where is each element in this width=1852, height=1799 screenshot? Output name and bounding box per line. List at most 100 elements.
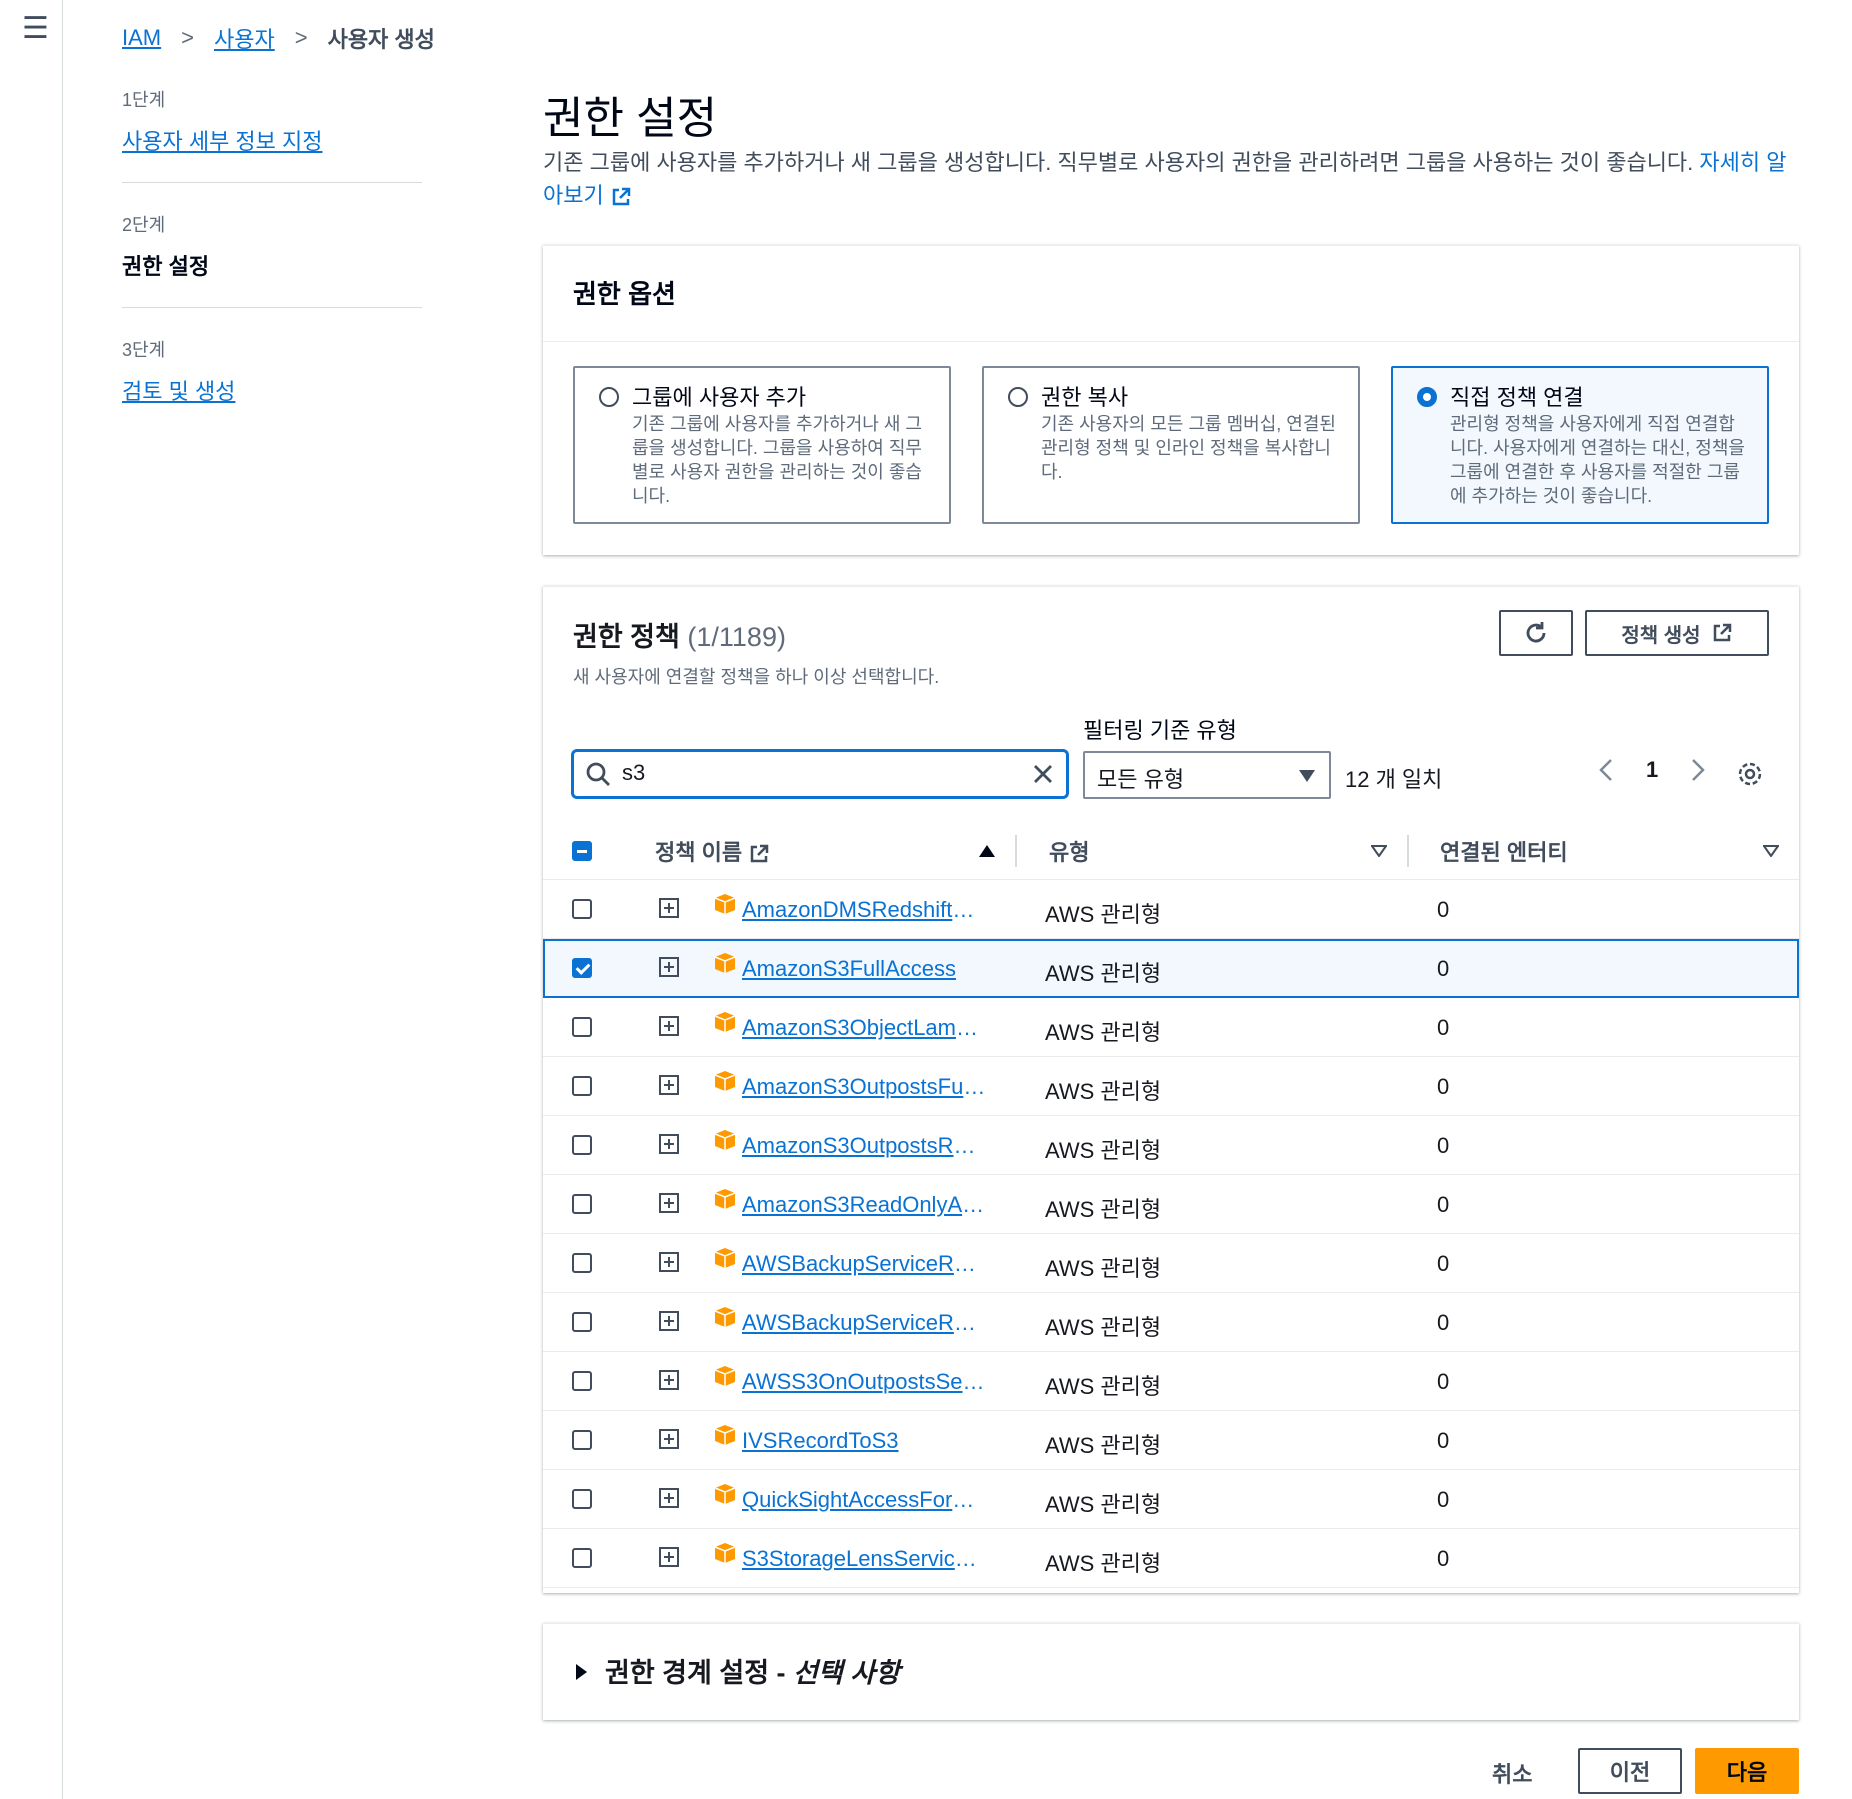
row-checkbox[interactable] [572, 1312, 592, 1332]
policy-type: AWS 관리형 [1045, 1551, 1162, 1576]
table-row[interactable]: AWSBackupServiceRolePolicyForS3Backup AWS… [543, 1234, 1799, 1293]
expand-icon[interactable] [659, 1134, 679, 1154]
policy-name-link[interactable]: AWSS3OnOutpostsServiceRolePolicy [742, 1369, 986, 1395]
attached-entities: 0 [1437, 1192, 1450, 1217]
row-checkbox[interactable] [572, 1135, 592, 1155]
chevron-left-icon[interactable] [1598, 757, 1614, 783]
filter-type-label: 필터링 기준 유형 [1083, 718, 1237, 743]
column-type[interactable]: 유형 [1049, 835, 1089, 867]
sort-icon[interactable] [1371, 845, 1387, 857]
breadcrumb-users[interactable]: 사용자 [214, 22, 275, 54]
select-all-checkbox[interactable] [572, 841, 592, 861]
expand-icon[interactable] [659, 1075, 679, 1095]
next-button[interactable]: 다음 [1695, 1748, 1799, 1794]
policy-type: AWS 관리형 [1045, 1079, 1162, 1104]
expand-icon[interactable] [659, 1370, 679, 1390]
table-row[interactable]: AmazonS3ReadOnlyAccess AWS 관리형 0 [543, 1175, 1799, 1234]
table-row[interactable]: AmazonS3OutpostsReadOnlyAccess AWS 관리형 0 [543, 1116, 1799, 1175]
policy-name-link[interactable]: AWSBackupServiceRolePolicyForS3Backup [742, 1251, 986, 1277]
expand-icon[interactable] [659, 957, 679, 977]
expand-icon[interactable] [659, 898, 679, 918]
expand-icon[interactable] [659, 1016, 679, 1036]
option-add-to-group[interactable]: 그룹에 사용자 추가 기존 그룹에 사용자를 추가하거나 새 그룹을 생성합니다… [573, 366, 951, 524]
caret-right-icon[interactable] [576, 1664, 587, 1680]
option-attach-policies[interactable]: 직접 정책 연결 관리형 정책을 사용자에게 직접 연결합니다. 사용자에게 연… [1391, 366, 1769, 524]
page-number[interactable]: 1 [1646, 757, 1658, 783]
policy-type: AWS 관리형 [1045, 902, 1162, 927]
policy-name-link[interactable]: AWSBackupServiceRolePolicyForS3Restore [742, 1310, 986, 1336]
table-row[interactable]: AWSBackupServiceRolePolicyForS3Restore AW… [543, 1293, 1799, 1352]
table-row[interactable]: AWSS3OnOutpostsServiceRolePolicy AWS 관리형 0 [543, 1352, 1799, 1411]
policy-name-link[interactable]: QuickSightAccessForS3StorageManagementAn… [742, 1487, 986, 1513]
column-label: 정책 이름 [655, 840, 743, 865]
row-checkbox[interactable] [572, 1017, 592, 1037]
expand-icon[interactable] [659, 1488, 679, 1508]
policy-search-input[interactable]: s3 [571, 749, 1069, 799]
table-row[interactable]: AmazonS3OutpostsFullAccess AWS 관리형 0 [543, 1057, 1799, 1116]
policy-name-link[interactable]: AmazonS3ObjectLambdaExecutionRolePolicy [742, 1015, 986, 1041]
table-header: 정책 이름 유형 연결된 엔터티 [543, 823, 1799, 880]
policy-name-link[interactable]: AmazonS3ReadOnlyAccess [742, 1192, 986, 1218]
row-checkbox[interactable] [572, 958, 592, 978]
type-filter-select[interactable]: 모든 유형 [1083, 751, 1331, 799]
policy-name-link[interactable]: S3StorageLensServiceRolePolicy [742, 1546, 986, 1572]
refresh-button[interactable] [1499, 610, 1573, 656]
left-nav-rail: ☰ [0, 0, 63, 1799]
sort-ascending-icon[interactable] [979, 845, 995, 857]
permissions-boundary-panel[interactable]: 권한 경계 설정 - 선택 사항 [543, 1623, 1799, 1720]
row-checkbox[interactable] [572, 1548, 592, 1568]
gear-icon[interactable] [1736, 760, 1764, 788]
description-text: 기존 그룹에 사용자를 추가하거나 새 그룹을 생성합니다. 직무별로 사용자의… [543, 150, 1694, 175]
chevron-right-icon[interactable] [1690, 757, 1706, 783]
policy-name-link[interactable]: AmazonS3OutpostsFullAccess [742, 1074, 986, 1100]
table-row[interactable]: IVSRecordToS3 AWS 관리형 0 [543, 1411, 1799, 1470]
column-attached-entities[interactable]: 연결된 엔터티 [1440, 835, 1568, 867]
radio-button[interactable] [599, 387, 619, 407]
search-icon [586, 762, 610, 786]
radio-button-selected[interactable] [1417, 387, 1437, 407]
pagination: 1 [1598, 757, 1706, 783]
column-policy-name[interactable]: 정책 이름 [655, 835, 770, 867]
step-link-user-details[interactable]: 사용자 세부 정보 지정 [122, 124, 422, 156]
row-checkbox[interactable] [572, 1489, 592, 1509]
previous-button[interactable]: 이전 [1578, 1748, 1682, 1794]
create-policy-button[interactable]: 정책 생성 [1585, 610, 1769, 656]
row-checkbox[interactable] [572, 899, 592, 919]
row-checkbox[interactable] [572, 1253, 592, 1273]
policy-name-link[interactable]: IVSRecordToS3 [742, 1428, 899, 1454]
option-copy-permissions[interactable]: 권한 복사 기존 사용자의 모든 그룹 멤버십, 연결된 관리형 정책 및 인라… [982, 366, 1360, 524]
cancel-button[interactable]: 취소 [1492, 1757, 1532, 1789]
clear-icon[interactable] [1030, 761, 1056, 787]
table-row[interactable]: QuickSightAccessForS3StorageManagementAn… [543, 1470, 1799, 1529]
option-description: 기존 그룹에 사용자를 추가하거나 새 그룹을 생성합니다. 그룹을 사용하여 … [632, 414, 922, 506]
row-checkbox[interactable] [572, 1076, 592, 1096]
expand-icon[interactable] [659, 1429, 679, 1449]
row-checkbox[interactable] [572, 1194, 592, 1214]
attached-entities: 0 [1437, 1487, 1450, 1512]
expand-icon[interactable] [659, 1547, 679, 1567]
table-row[interactable]: AmazonS3FullAccess AWS 관리형 0 [543, 939, 1799, 998]
table-row[interactable]: AmazonS3ObjectLambdaExecutionRolePolicy A… [543, 998, 1799, 1057]
policy-type: AWS 관리형 [1045, 961, 1162, 986]
policy-name-link[interactable]: AmazonDMSRedshiftS3Role [742, 897, 986, 923]
step-number: 3단계 [122, 340, 166, 360]
table-row[interactable]: AmazonDMSRedshiftS3Role AWS 관리형 0 [543, 880, 1799, 939]
expand-icon[interactable] [659, 1193, 679, 1213]
divider [543, 341, 1799, 342]
attached-entities: 0 [1437, 1428, 1450, 1453]
expand-icon[interactable] [659, 1311, 679, 1331]
radio-button[interactable] [1008, 387, 1028, 407]
breadcrumb-iam[interactable]: IAM [122, 25, 161, 51]
policy-name-link[interactable]: AmazonS3FullAccess [742, 956, 956, 982]
aws-managed-policy-icon [714, 1248, 736, 1268]
hamburger-menu-icon[interactable]: ☰ [22, 14, 49, 44]
table-row[interactable]: S3StorageLensServiceRolePolicy AWS 관리형 0 [543, 1529, 1799, 1588]
panel-title: 권한 옵션 [573, 279, 676, 309]
row-checkbox[interactable] [572, 1371, 592, 1391]
option-title: 직접 정책 연결 [1450, 385, 1584, 410]
expand-icon[interactable] [659, 1252, 679, 1272]
sort-icon[interactable] [1763, 845, 1779, 857]
policy-name-link[interactable]: AmazonS3OutpostsReadOnlyAccess [742, 1133, 986, 1159]
row-checkbox[interactable] [572, 1430, 592, 1450]
step-link-review[interactable]: 검토 및 생성 [122, 374, 422, 406]
